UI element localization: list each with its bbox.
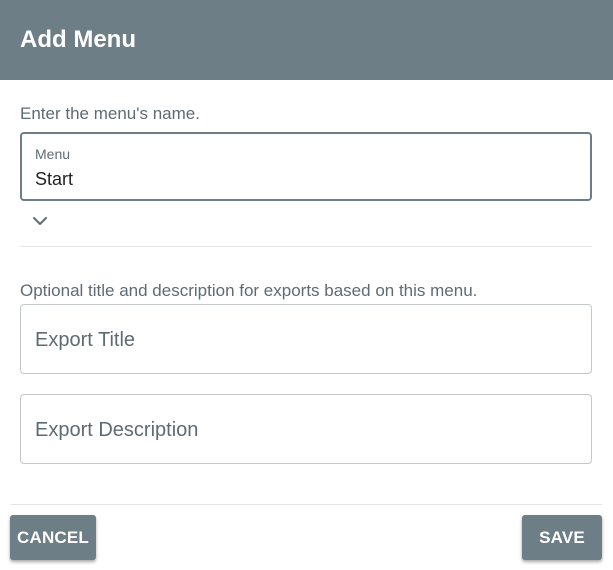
- export-title-field[interactable]: [20, 304, 592, 374]
- add-menu-dialog: Add Menu Enter the menu's name. Menu Opt…: [0, 0, 613, 570]
- save-button[interactable]: SAVE: [522, 515, 602, 560]
- menu-name-input[interactable]: [35, 168, 575, 190]
- footer-divider: [10, 504, 602, 505]
- export-description-field[interactable]: [20, 394, 592, 464]
- section-divider: [20, 246, 592, 247]
- export-description-input[interactable]: [35, 418, 575, 442]
- menu-name-field-label: Menu: [35, 146, 71, 162]
- dialog-header: Add Menu: [0, 0, 613, 80]
- dialog-title: Add Menu: [20, 26, 136, 53]
- export-title-input[interactable]: [35, 328, 575, 352]
- menu-name-field[interactable]: Menu: [20, 132, 592, 201]
- menu-name-hint: Enter the menu's name.: [20, 104, 200, 123]
- chevron-down-icon: [33, 217, 47, 225]
- export-hint: Optional title and description for expor…: [20, 281, 478, 300]
- cancel-button[interactable]: CANCEL: [10, 515, 96, 560]
- expand-toggle[interactable]: [28, 211, 52, 231]
